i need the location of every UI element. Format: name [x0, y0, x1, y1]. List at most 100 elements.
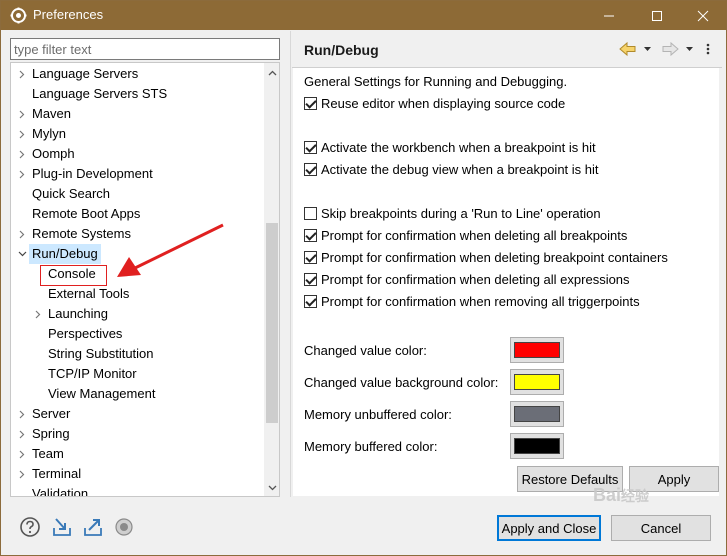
tree-item-label: Run/Debug: [29, 244, 101, 264]
checkbox[interactable]: [304, 140, 317, 154]
chevron-right-icon[interactable]: [17, 444, 27, 464]
tree-item[interactable]: Maven: [11, 104, 263, 124]
tree-item[interactable]: View Management: [11, 384, 263, 404]
checkbox[interactable]: [304, 162, 317, 176]
tree-item[interactable]: TCP/IP Monitor: [11, 364, 263, 384]
tree-item-label: Launching: [48, 306, 108, 321]
back-menu-chevron-icon[interactable]: [643, 45, 652, 53]
tree-item-label: Quick Search: [32, 186, 111, 201]
chevron-right-icon[interactable]: [33, 304, 43, 324]
chevron-right-icon[interactable]: [17, 464, 27, 484]
chevron-right-icon[interactable]: [17, 424, 27, 444]
checkbox[interactable]: [304, 272, 317, 286]
apply-and-close-button[interactable]: Apply and Close: [497, 515, 601, 541]
checkbox[interactable]: [304, 228, 317, 242]
checkbox-label: Prompt for confirmation when deleting al…: [321, 271, 630, 287]
title-bar: Preferences: [1, 1, 726, 30]
checkbox[interactable]: [304, 294, 317, 308]
watermark-logo: Bai经验: [593, 485, 650, 505]
chevron-right-icon[interactable]: [17, 224, 27, 244]
tree-item[interactable]: Perspectives: [11, 324, 263, 344]
minimize-button[interactable]: [587, 1, 631, 30]
scroll-up-button[interactable]: [264, 65, 279, 81]
color-label: Changed value color:: [304, 343, 427, 358]
checkbox[interactable]: [304, 250, 317, 264]
checkbox-label: Prompt for confirmation when deleting br…: [321, 249, 668, 265]
tree-scrollbar[interactable]: [264, 63, 279, 496]
chevron-right-icon[interactable]: [17, 144, 27, 164]
checkbox-option[interactable]: Activate the debug view when a breakpoin…: [304, 160, 599, 178]
checkbox-label: Activate the workbench when a breakpoint…: [321, 139, 596, 155]
chevron-right-icon[interactable]: [17, 124, 27, 144]
chevron-right-icon[interactable]: [17, 104, 27, 124]
checkbox-option[interactable]: Prompt for confirmation when deleting br…: [304, 248, 668, 266]
tree-item[interactable]: Server: [11, 404, 263, 424]
scroll-down-button[interactable]: [264, 480, 279, 496]
color-swatch: [514, 374, 560, 390]
filter-input[interactable]: [10, 38, 280, 60]
maximize-button[interactable]: [635, 1, 679, 30]
maximize-icon: [652, 10, 662, 21]
tree-item-label: Spring: [32, 426, 70, 441]
chevron-right-icon[interactable]: [17, 404, 27, 424]
view-menu-icon[interactable]: [703, 43, 713, 55]
color-swatch: [514, 406, 560, 422]
tree-item[interactable]: Plug-in Development: [11, 164, 263, 184]
tree-item-label: Server: [32, 406, 71, 421]
cancel-button[interactable]: Cancel: [611, 515, 711, 541]
checkbox-label: Prompt for confirmation when deleting al…: [321, 227, 628, 243]
tree-item-label: Oomph: [32, 146, 75, 161]
checkbox-label: Activate the debug view when a breakpoin…: [321, 161, 599, 177]
checkbox-option[interactable]: Reuse editor when displaying source code: [304, 94, 565, 112]
checkbox-label: Reuse editor when displaying source code: [321, 95, 566, 111]
export-icon[interactable]: [82, 516, 104, 538]
oomph-record-icon[interactable]: [113, 516, 135, 538]
checkbox-label: Skip breakpoints during a 'Run to Line' …: [321, 205, 601, 221]
import-icon[interactable]: [51, 516, 73, 538]
color-label: Changed value background color:: [304, 375, 499, 390]
help-icon[interactable]: [19, 516, 41, 538]
checkbox-option[interactable]: Prompt for confirmation when removing al…: [304, 292, 640, 310]
back-arrow-icon[interactable]: [619, 41, 637, 57]
tree-item[interactable]: Terminal: [11, 464, 263, 484]
color-swatch: [514, 342, 560, 358]
tree-item-label: Mylyn: [32, 126, 66, 141]
tree-item[interactable]: Validation: [11, 484, 263, 496]
tree-item[interactable]: Mylyn: [11, 124, 263, 144]
tree-item[interactable]: Language Servers STS: [11, 84, 263, 104]
chevron-down-icon[interactable]: [17, 244, 27, 264]
chevron-right-icon[interactable]: [17, 164, 27, 184]
console-highlight-box: [40, 265, 107, 286]
color-picker-button[interactable]: [510, 337, 564, 363]
close-button[interactable]: [681, 1, 725, 30]
checkbox[interactable]: [304, 206, 317, 220]
forward-menu-chevron-icon[interactable]: [685, 45, 694, 53]
checkbox-option[interactable]: Prompt for confirmation when deleting al…: [304, 270, 630, 288]
chevron-right-icon[interactable]: [17, 64, 27, 84]
window-title: Preferences: [33, 7, 104, 22]
pane-separator: [290, 31, 291, 497]
checkbox[interactable]: [304, 96, 317, 110]
tree-item[interactable]: Team: [11, 444, 263, 464]
forward-arrow-icon[interactable]: [661, 41, 679, 57]
tree-item[interactable]: String Substitution: [11, 344, 263, 364]
tree-item[interactable]: Oomph: [11, 144, 263, 164]
tree-item-label: Terminal: [32, 466, 82, 481]
tree-item-label: Language Servers STS: [32, 86, 168, 101]
tree-item-label: Language Servers: [32, 66, 139, 81]
tree-item[interactable]: Launching: [11, 304, 263, 324]
tree-item[interactable]: External Tools: [11, 284, 263, 304]
close-icon: [697, 10, 709, 21]
color-picker-button[interactable]: [510, 433, 564, 459]
tree-item[interactable]: Language Servers: [11, 64, 263, 84]
scroll-thumb[interactable]: [266, 223, 278, 423]
checkbox-option[interactable]: Prompt for confirmation when deleting al…: [304, 226, 627, 244]
page-title: Run/Debug: [304, 42, 379, 58]
tree-item[interactable]: Quick Search: [11, 184, 263, 204]
color-picker-button[interactable]: [510, 401, 564, 427]
checkbox-option[interactable]: Skip breakpoints during a 'Run to Line' …: [304, 204, 601, 222]
tree-item-label: Maven: [32, 106, 72, 121]
color-picker-button[interactable]: [510, 369, 564, 395]
tree-item[interactable]: Spring: [11, 424, 263, 444]
checkbox-option[interactable]: Activate the workbench when a breakpoint…: [304, 138, 596, 156]
